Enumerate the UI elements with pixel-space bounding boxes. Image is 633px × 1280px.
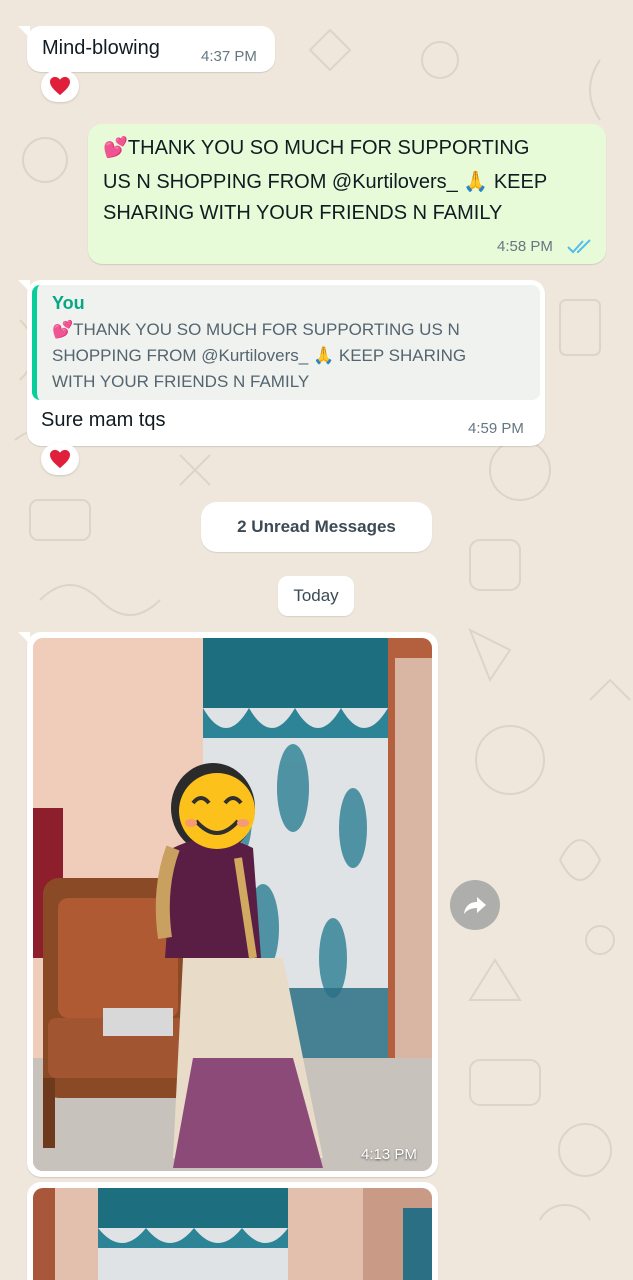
double-check-icon — [567, 239, 591, 254]
message-reaction[interactable] — [41, 70, 79, 102]
smiling-face-emoji-icon — [179, 773, 255, 849]
unread-banner-label: 2 Unread Messages — [237, 517, 396, 536]
date-chip: Today — [278, 576, 354, 616]
quoted-message[interactable]: You 💕THANK YOU SO MUCH FOR SUPPORTING US… — [32, 285, 540, 400]
message-text: Sure mam tqs — [41, 409, 166, 431]
incoming-image-bubble[interactable]: 4:13 PM — [27, 632, 438, 1177]
heart-icon — [50, 76, 70, 96]
forward-icon — [464, 897, 486, 914]
forward-button[interactable] — [450, 880, 500, 930]
message-line-1: 💕THANK YOU SO MUCH FOR SUPPORTING — [103, 137, 530, 159]
quote-line-3: WITH YOUR FRIENDS N FAMILY — [52, 372, 310, 391]
shared-photo[interactable]: 4:13 PM — [33, 638, 432, 1171]
message-line-2: US N SHOPPING FROM @Kurtilovers_ 🙏 KEEP — [103, 171, 548, 193]
message-time: 4:37 PM — [201, 48, 257, 65]
quote-line-1: 💕THANK YOU SO MUCH FOR SUPPORTING US N — [52, 320, 460, 339]
outgoing-message-bubble[interactable]: 💕THANK YOU SO MUCH FOR SUPPORTING US N S… — [88, 124, 606, 264]
quote-text: 💕THANK YOU SO MUCH FOR SUPPORTING US N S… — [52, 317, 522, 395]
message-reaction[interactable] — [41, 443, 79, 475]
message-time: 4:13 PM — [361, 1146, 417, 1163]
incoming-reply-bubble[interactable]: You 💕THANK YOU SO MUCH FOR SUPPORTING US… — [27, 280, 545, 446]
message-time: 4:58 PM — [497, 238, 553, 255]
unread-messages-banner: 2 Unread Messages — [201, 502, 432, 552]
shared-photo-next[interactable] — [33, 1188, 432, 1280]
incoming-image-bubble-next[interactable] — [27, 1182, 438, 1280]
quote-line-2: SHOPPING FROM @Kurtilovers_ 🙏 KEEP SHARI… — [52, 346, 467, 365]
message-line-3: SHARING WITH YOUR FRIENDS N FAMILY — [103, 202, 503, 224]
quote-author: You — [52, 293, 85, 313]
date-chip-label: Today — [293, 586, 339, 605]
message-time: 4:59 PM — [468, 420, 524, 437]
message-text: Mind-blowing — [42, 37, 160, 59]
heart-icon — [50, 449, 70, 469]
incoming-message-bubble[interactable]: Mind-blowing 4:37 PM — [27, 26, 275, 72]
